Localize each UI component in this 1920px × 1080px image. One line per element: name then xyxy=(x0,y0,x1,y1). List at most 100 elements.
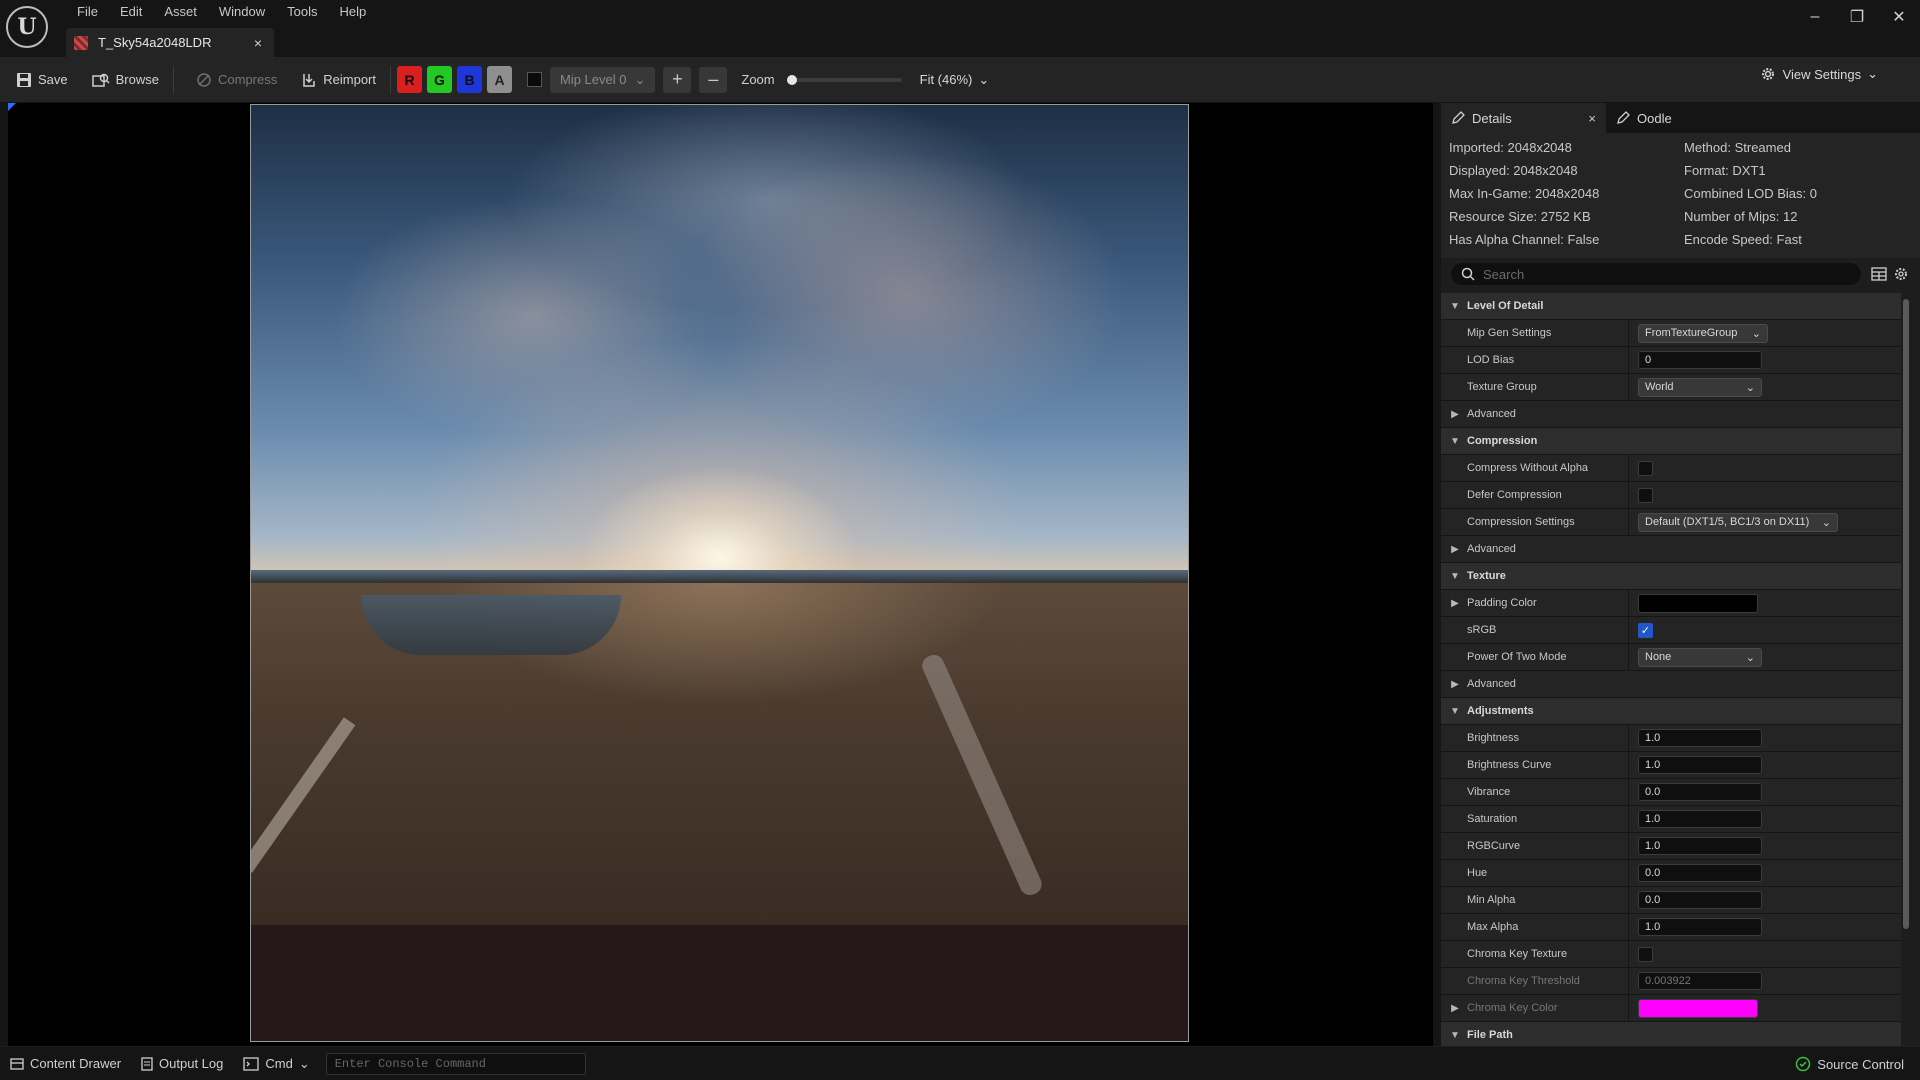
tab-details[interactable]: Details × xyxy=(1441,103,1606,133)
power-of-two-dropdown[interactable]: None ⌄ xyxy=(1638,647,1762,667)
menu-file[interactable]: File xyxy=(66,3,109,21)
triangle-right-icon[interactable]: ▶ xyxy=(1449,1003,1461,1014)
document-tab-label: T_Sky54a2048LDR xyxy=(98,35,212,50)
column-divider xyxy=(1628,779,1629,806)
compress-without-alpha-checkbox[interactable] xyxy=(1638,460,1653,476)
restore-button[interactable]: ❐ xyxy=(1836,0,1878,34)
min-alpha-input[interactable]: 0.0 xyxy=(1638,891,1762,909)
tab-oodle[interactable]: Oodle xyxy=(1606,103,1682,133)
zoom-slider-thumb[interactable] xyxy=(786,74,797,85)
viewport-focus-marker xyxy=(8,103,16,111)
browse-button[interactable]: Browse xyxy=(84,65,167,95)
property-mip-gen-settings: Mip Gen Settings FromTextureGroup ⌄ xyxy=(1441,320,1901,347)
output-log-button[interactable]: Output Log xyxy=(131,1050,233,1078)
column-divider xyxy=(1628,644,1629,671)
zoom-fit-dropdown[interactable]: Fit (46%) ⌄ xyxy=(920,72,990,88)
mip-decrease-button[interactable]: – xyxy=(699,66,728,93)
lod-bias-input[interactable]: 0 xyxy=(1638,351,1762,369)
property-label: Brightness xyxy=(1467,732,1519,744)
close-icon[interactable]: × xyxy=(1588,111,1596,126)
category-texture[interactable]: ▼ Texture xyxy=(1441,563,1901,590)
zoom-slider[interactable] xyxy=(786,74,902,85)
brightness-input[interactable]: 1.0 xyxy=(1638,729,1762,747)
column-divider xyxy=(1628,374,1629,401)
column-divider xyxy=(1628,968,1629,995)
menu-edit[interactable]: Edit xyxy=(109,3,153,21)
property-advanced-lod[interactable]: ▶ Advanced xyxy=(1441,401,1901,428)
category-compression[interactable]: ▼ Compression xyxy=(1441,428,1901,455)
gear-icon[interactable] xyxy=(1893,266,1909,282)
hue-input[interactable]: 0.0 xyxy=(1638,864,1762,882)
mip-level-dropdown[interactable]: Mip Level 0 ⌄ xyxy=(550,66,656,93)
compress-button[interactable]: Compress xyxy=(188,65,285,95)
column-divider xyxy=(1628,617,1629,644)
rgb-curve-input[interactable]: 1.0 xyxy=(1638,837,1762,855)
dropdown-value: World xyxy=(1645,381,1674,393)
mip-gen-settings-dropdown[interactable]: FromTextureGroup ⌄ xyxy=(1638,323,1768,343)
menu-window[interactable]: Window xyxy=(208,3,276,21)
mip-increase-button[interactable]: + xyxy=(663,66,692,93)
scrollbar-thumb[interactable] xyxy=(1903,299,1909,929)
details-scrollbar[interactable] xyxy=(1902,293,1910,1028)
close-window-button[interactable]: ✕ xyxy=(1878,0,1920,34)
property-label: Chroma Key Color xyxy=(1467,1002,1558,1014)
output-log-icon xyxy=(141,1056,153,1071)
max-alpha-input[interactable]: 1.0 xyxy=(1638,918,1762,936)
texture-group-dropdown[interactable]: World ⌄ xyxy=(1638,377,1762,397)
source-control-button[interactable]: Source Control xyxy=(1787,1050,1912,1078)
vibrance-input[interactable]: 0.0 xyxy=(1638,783,1762,801)
green-channel-toggle[interactable]: G xyxy=(427,66,452,93)
saturation-input[interactable]: 1.0 xyxy=(1638,810,1762,828)
category-file-path[interactable]: ▼ File Path xyxy=(1441,1022,1901,1049)
category-adjustments[interactable]: ▼ Adjustments xyxy=(1441,698,1901,725)
property-advanced-compression[interactable]: ▶ Advanced xyxy=(1441,536,1901,563)
save-button[interactable]: Save xyxy=(8,65,76,95)
cmd-dropdown[interactable]: Cmd ⌄ xyxy=(233,1050,319,1078)
content-drawer-button[interactable]: Content Drawer xyxy=(0,1050,131,1078)
document-tab[interactable]: T_Sky54a2048LDR × xyxy=(66,28,274,57)
tab-details-label: Details xyxy=(1472,110,1512,126)
minimize-button[interactable]: – xyxy=(1794,0,1836,34)
pencil-icon xyxy=(1452,111,1465,124)
blue-channel-toggle[interactable]: B xyxy=(457,66,482,93)
reimport-button[interactable]: Reimport xyxy=(293,65,384,95)
info-has-alpha: Has Alpha Channel: False xyxy=(1449,232,1600,247)
triangle-right-icon[interactable]: ▶ xyxy=(1449,598,1461,609)
view-settings-button[interactable]: View Settings ⌄ xyxy=(1759,65,1878,83)
property-advanced-texture[interactable]: ▶ Advanced xyxy=(1441,671,1901,698)
category-level-of-detail[interactable]: ▼ Level Of Detail xyxy=(1441,293,1901,320)
column-divider xyxy=(1628,320,1629,347)
content-drawer-icon xyxy=(10,1057,24,1070)
column-divider xyxy=(1628,833,1629,860)
chroma-key-threshold-input[interactable]: 0.003922 xyxy=(1638,972,1762,990)
property-rgb-curve: RGBCurve 1.0 xyxy=(1441,833,1901,860)
red-channel-toggle[interactable]: R xyxy=(397,66,422,93)
menu-help[interactable]: Help xyxy=(328,3,377,21)
chroma-key-color-swatch[interactable] xyxy=(1638,998,1758,1018)
chevron-down-icon: ⌄ xyxy=(634,71,646,87)
chroma-key-texture-checkbox[interactable] xyxy=(1638,946,1653,962)
alpha-channel-toggle[interactable]: A xyxy=(487,66,512,93)
property-chroma-key-threshold: Chroma Key Threshold 0.003922 xyxy=(1441,968,1901,995)
texture-preview xyxy=(250,104,1189,1042)
chevron-down-icon: ⌄ xyxy=(1751,327,1761,340)
table-view-icon[interactable] xyxy=(1871,266,1887,282)
property-compression-settings: Compression Settings Default (DXT1/5, BC… xyxy=(1441,509,1901,536)
column-divider xyxy=(1628,590,1629,617)
defer-compression-checkbox[interactable] xyxy=(1638,487,1653,503)
menu-bar: File Edit Asset Window Tools Help xyxy=(66,3,377,21)
brightness-curve-input[interactable]: 1.0 xyxy=(1638,756,1762,774)
background-color-swatch[interactable] xyxy=(527,72,542,87)
menu-tools[interactable]: Tools xyxy=(276,3,328,21)
search-input[interactable] xyxy=(1483,266,1783,282)
property-label: Min Alpha xyxy=(1467,894,1516,906)
console-command-input[interactable] xyxy=(325,1052,586,1075)
property-label: Compression Settings xyxy=(1467,516,1575,528)
unreal-logo-icon[interactable]: U xyxy=(6,6,48,48)
close-tab-icon[interactable]: × xyxy=(248,35,268,51)
compression-settings-dropdown[interactable]: Default (DXT1/5, BC1/3 on DX11) ⌄ xyxy=(1638,512,1838,532)
srgb-checkbox[interactable]: ✓ xyxy=(1638,622,1653,638)
padding-color-swatch[interactable] xyxy=(1638,593,1758,613)
menu-asset[interactable]: Asset xyxy=(153,3,208,21)
texture-viewport[interactable] xyxy=(8,103,1433,1046)
